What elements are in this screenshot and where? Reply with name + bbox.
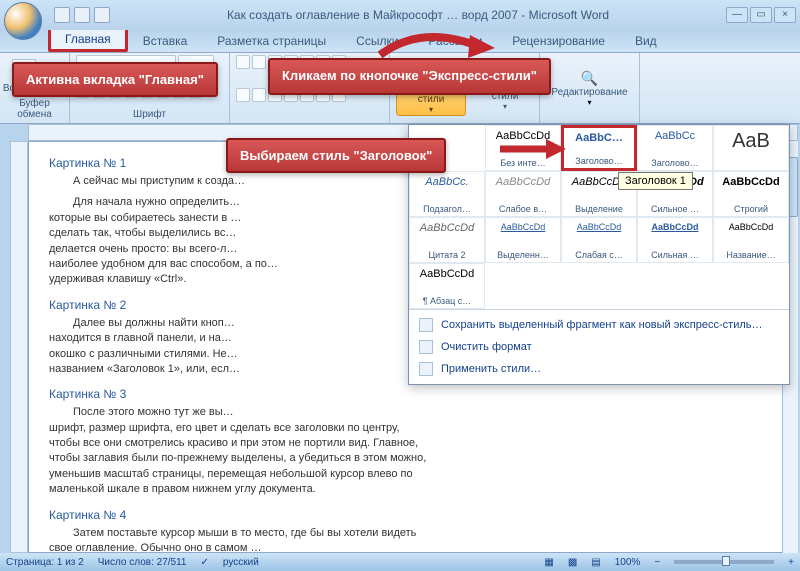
font-group-label: Шрифт [76, 109, 223, 121]
quick-access-toolbar [54, 7, 110, 23]
redo-icon[interactable] [94, 7, 110, 23]
maximize-button[interactable]: ▭ [750, 7, 772, 23]
tab-review[interactable]: Рецензирование [497, 30, 620, 52]
zoom-in-button[interactable]: + [788, 557, 794, 568]
callout-click-express: Кликаем по кнопочке "Экспресс-стили" [268, 58, 551, 95]
status-proofing-icon[interactable]: ✓ [201, 557, 209, 568]
heading-4: Картинка № 4 [49, 508, 777, 522]
tab-references[interactable]: Ссылки [341, 30, 413, 52]
tooltip-heading1: Заголовок 1 [618, 172, 693, 190]
apply-styles-icon [419, 362, 433, 376]
ribbon-tabs: Главная Вставка Разметка страницы Ссылки… [0, 30, 800, 52]
tab-page-layout[interactable]: Разметка страницы [202, 30, 341, 52]
style-item-no-spacing[interactable]: AaBbCcDd Без инте… [485, 125, 561, 171]
office-button[interactable] [4, 2, 42, 40]
minimize-button[interactable]: — [726, 7, 748, 23]
status-words[interactable]: Число слов: 27/511 [98, 557, 187, 568]
save-style-icon [419, 318, 433, 332]
style-item-subtle-reference[interactable]: AaBbCcDd Слабая с… [561, 217, 637, 263]
style-item-book-title[interactable]: AaBbCcDd Название… [713, 217, 789, 263]
callout-active-tab: Активна вкладка "Главная" [12, 62, 218, 97]
style-item-strong[interactable]: AaBbCcDd Строгий [713, 171, 789, 217]
vertical-ruler[interactable] [10, 141, 28, 553]
status-language[interactable]: русский [223, 557, 259, 568]
save-icon[interactable] [54, 7, 70, 23]
heading-3: Картинка № 3 [49, 387, 777, 401]
undo-icon[interactable] [74, 7, 90, 23]
close-button[interactable]: × [774, 7, 796, 23]
find-icon: 🔍 [581, 70, 598, 87]
style-item-heading1[interactable]: AaBbC… Заголово… [561, 125, 637, 171]
status-zoom-level[interactable]: 100% [615, 557, 641, 568]
align-center-icon[interactable] [252, 88, 266, 102]
style-item-subtle-emphasis[interactable]: AaBbCcDd Слабое в… [485, 171, 561, 217]
window-title: Как создать оглавление в Майкрософт … во… [110, 8, 726, 22]
style-item-title[interactable]: AaB [713, 125, 789, 171]
paragraph: После этого можно тут же вы… шрифт, разм… [49, 405, 777, 497]
style-item-intense-reference[interactable]: AaBbCcDd Сильная … [637, 217, 713, 263]
style-item-heading2[interactable]: AaBbCc Заголово… [637, 125, 713, 171]
title-bar: Как создать оглавление в Майкрософт … во… [0, 0, 800, 30]
styles-gallery-popup: AaBbCcDd Без инте… AaBbC… Заголово… AaBb… [408, 124, 790, 385]
callout-choose-heading: Выбираем стиль "Заголовок" [226, 138, 446, 173]
view-full-screen-icon[interactable]: ▩ [568, 557, 577, 568]
status-bar: Страница: 1 из 2 Число слов: 27/511 ✓ ру… [0, 553, 800, 571]
style-item-subtitle[interactable]: AaBbCc. Подзагол… [409, 171, 485, 217]
style-item-list-paragraph[interactable]: AaBbCcDd ¶ Абзац с… [409, 263, 485, 309]
zoom-out-button[interactable]: − [654, 557, 660, 568]
tab-mailings[interactable]: Рассылки [413, 30, 497, 52]
style-item-quote[interactable]: AaBbCcDd Цитата 2 [409, 217, 485, 263]
clipboard-group-label: Буфер обмена [6, 98, 63, 121]
view-print-layout-icon[interactable]: ▦ [544, 557, 553, 568]
view-web-layout-icon[interactable]: ▤ [591, 557, 600, 568]
apply-styles-menu-item[interactable]: Применить стили… [409, 358, 789, 380]
clear-format-icon [419, 340, 433, 354]
status-page[interactable]: Страница: 1 из 2 [6, 557, 84, 568]
styles-grid: AaBbCcDd Без инте… AaBbC… Заголово… AaBb… [409, 125, 789, 309]
paragraph-group-label [236, 120, 383, 121]
align-left-icon[interactable] [236, 88, 250, 102]
editing-label[interactable]: Редактирование [551, 87, 627, 98]
number-list-icon[interactable] [252, 55, 266, 69]
ribbon-group-editing: 🔍 Редактирование ▾ [540, 53, 640, 123]
zoom-slider-thumb[interactable] [722, 556, 730, 566]
styles-gallery-menu: Сохранить выделенный фрагмент как новый … [409, 309, 789, 384]
save-as-new-style-menu-item[interactable]: Сохранить выделенный фрагмент как новый … [409, 314, 789, 336]
bullet-list-icon[interactable] [236, 55, 250, 69]
window-controls: — ▭ × [726, 7, 796, 23]
zoom-slider[interactable] [674, 560, 774, 564]
paragraph: Затем поставьте курсор мыши в то место, … [49, 526, 777, 553]
tab-insert[interactable]: Вставка [128, 30, 203, 52]
tab-view[interactable]: Вид [620, 30, 672, 52]
style-item-intense-quote[interactable]: AaBbCcDd Выделенн… [485, 217, 561, 263]
clear-formatting-menu-item[interactable]: Очистить формат [409, 336, 789, 358]
